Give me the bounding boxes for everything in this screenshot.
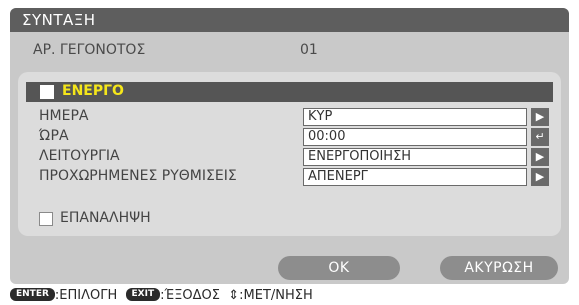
- cancel-button[interactable]: ΑΚΥΡΩΣΗ: [440, 256, 558, 280]
- day-label: ΗΜΕΡΑ: [39, 108, 89, 124]
- right-arrow-icon[interactable]: ▶: [531, 148, 549, 166]
- time-value[interactable]: 00:00: [303, 128, 527, 146]
- move-hint: :ΜΕΤ/ΝΗΣΗ: [239, 288, 313, 303]
- right-arrow-icon[interactable]: ▶: [531, 168, 549, 186]
- edit-dialog: ΣΥΝΤΑΞΗ ΑΡ. ΓΕΓΟΝΟΤΟΣ 01 ΕΝΕΡΓΟ ΗΜΕΡΑ ΚΥ…: [10, 8, 569, 284]
- repeat-checkbox[interactable]: [39, 212, 53, 226]
- advanced-settings-field[interactable]: ΑΠΕΝΕΡΓ ▶: [303, 168, 549, 186]
- ok-button[interactable]: OK: [278, 256, 400, 280]
- time-label: ΏΡΑ: [39, 128, 69, 144]
- function-field[interactable]: ΕΝΕΡΓΟΠΟΙΗΣΗ ▶: [303, 148, 549, 166]
- event-number-row: ΑΡ. ΓΕΓΟΝΟΤΟΣ 01: [10, 38, 569, 64]
- event-number-value: 01: [300, 42, 318, 58]
- repeat-label: ΕΠΑΝΑΛΗΨΗ: [60, 210, 151, 226]
- active-row[interactable]: ΕΝΕΡΓΟ: [26, 82, 553, 102]
- exit-key-icon: EXIT: [125, 288, 161, 301]
- time-field[interactable]: 00:00 ↵: [303, 128, 549, 146]
- enter-key-icon: ENTER: [10, 288, 55, 301]
- advanced-settings-label: ΠΡΟΧΩΡΗΜΕΝΕΣ ΡΥΘΜΙΣΕΙΣ: [39, 168, 237, 184]
- active-label: ΕΝΕΡΓΟ: [62, 83, 124, 99]
- day-value[interactable]: ΚΥΡ: [303, 108, 527, 126]
- function-label: ΛΕΙΤΟΥΡΓΙΑ: [39, 148, 120, 164]
- enter-hint: :ΕΠΙΛΟΓΗ: [54, 288, 118, 303]
- function-value[interactable]: ΕΝΕΡΓΟΠΟΙΗΣΗ: [303, 148, 527, 166]
- day-field[interactable]: ΚΥΡ ▶: [303, 108, 549, 126]
- up-down-arrow-icon: ⇕: [228, 288, 240, 303]
- exit-hint: :ΈΞΟΔΟΣ: [160, 288, 220, 303]
- event-number-label: ΑΡ. ΓΕΓΟΝΟΤΟΣ: [33, 42, 146, 58]
- active-checkbox[interactable]: [40, 85, 54, 99]
- right-arrow-icon[interactable]: ▶: [531, 108, 549, 126]
- enter-return-icon[interactable]: ↵: [531, 128, 549, 146]
- dialog-title: ΣΥΝΤΑΞΗ: [10, 8, 569, 32]
- advanced-settings-value[interactable]: ΑΠΕΝΕΡΓ: [303, 168, 527, 186]
- key-hint-bar: ENTER:ΕΠΙΛΟΓΗ EXIT:ΈΞΟΔΟΣ ⇕:ΜΕΤ/ΝΗΣΗ: [10, 288, 569, 305]
- settings-panel: ΕΝΕΡΓΟ ΗΜΕΡΑ ΚΥΡ ▶ ΏΡΑ 00:00 ↵ ΛΕΙΤΟΥΡΓΙ…: [18, 72, 561, 236]
